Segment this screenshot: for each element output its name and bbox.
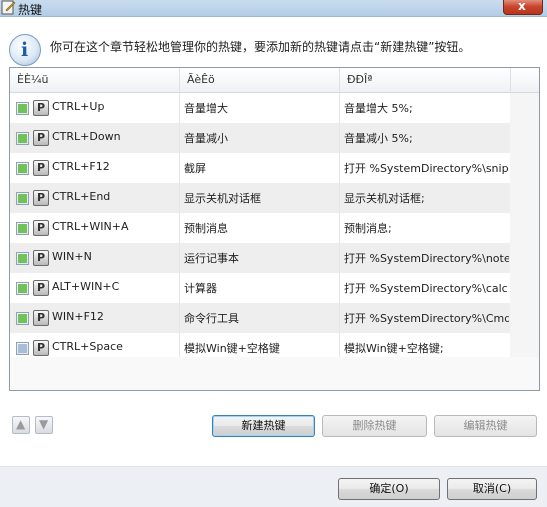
description-cell: 运行记事本 [184,252,239,265]
description-text: 你可在这个章节轻松地管理你的热键，要添加新的热键请点击“新建热键”按钮。 [50,40,471,54]
enable-checkbox[interactable] [16,102,29,115]
description-cell: 音量减小 [184,132,228,145]
table-row[interactable]: P CTRL+Down 音量减小 音量减小 5%; [10,123,510,153]
close-icon: x [518,0,526,13]
action-cell: 显示关机对话框; [344,192,425,205]
description-cell: 预制消息 [184,222,228,235]
hotkey-icon: P [33,220,49,236]
column-header-action[interactable]: ÐÐÎª [347,73,372,86]
arrow-up-icon: ▲ [16,417,26,431]
close-button[interactable]: x [503,0,543,15]
hotkey-cell: CTRL+End [52,190,111,203]
table-row[interactable]: P CTRL+End 显示关机对话框 显示关机对话框; [10,183,510,213]
enable-checkbox[interactable] [16,252,29,265]
action-cell: 模拟Win键+空格键; [344,342,444,355]
table-empty-area [10,357,539,390]
info-icon: i [9,34,41,66]
enable-checkbox[interactable] [16,162,29,175]
hotkey-icon: P [33,160,49,176]
hotkey-cell: WIN+F12 [52,310,104,323]
enable-checkbox[interactable] [16,312,29,325]
action-cell: 音量增大 5%; [344,102,413,115]
ok-button[interactable]: 确定(O) [338,478,440,500]
description-cell: 计算器 [184,282,217,295]
hotkey-cell: CTRL+Down [52,130,121,143]
action-cell: 打开 %SystemDirectory%\snip... [344,162,509,175]
hotkey-cell: CTRL+Space [52,340,123,353]
new-hotkey-button[interactable]: 新建热键 [212,415,315,437]
arrow-down-icon: ▼ [39,417,49,431]
description-cell: 命令行工具 [184,312,239,325]
table-row[interactable]: P WIN+N 运行记事本 打开 %SystemDirectory%\note... [10,243,510,273]
hotkey-icon: P [33,130,49,146]
enable-checkbox[interactable] [16,282,29,295]
edit-hotkey-button[interactable]: 编辑热键 [434,415,537,437]
action-cell: 打开 %SystemDirectory%\Cmd.... [344,312,509,325]
hotkey-cell: CTRL+WIN+A [52,220,129,233]
action-cell: 音量减小 5%; [344,132,413,145]
enable-checkbox[interactable] [16,132,29,145]
hotkey-cell: CTRL+Up [52,100,105,113]
enable-checkbox[interactable] [16,192,29,205]
cancel-button[interactable]: 取消(C) [447,478,537,500]
table-header: ÈÈ¼ü ÃèÊö ÐÐÎª [10,68,539,93]
column-header-description[interactable]: ÃèÊö [187,73,215,86]
hotkey-icon: P [33,280,49,296]
table-row[interactable]: P CTRL+WIN+A 预制消息 预制消息; [10,213,510,243]
action-cell: 预制消息; [344,222,392,235]
title-bar: 热键 x [0,0,547,17]
table-row[interactable]: P WIN+F12 命令行工具 打开 %SystemDirectory%\Cmd...… [10,303,510,333]
enable-checkbox[interactable] [16,342,29,355]
move-down-button[interactable]: ▼ [35,416,53,434]
hotkey-icon: P [33,340,49,356]
table-row[interactable]: P CTRL+Up 音量增大 音量增大 5%; [10,93,510,123]
hotkey-icon: P [33,190,49,206]
move-up-button[interactable]: ▲ [12,416,30,434]
hotkey-cell: WIN+N [52,250,92,263]
description-cell: 截屏 [184,162,206,175]
delete-hotkey-button[interactable]: 删除热键 [322,415,427,437]
hotkey-icon: P [33,100,49,116]
hotkey-icon: P [33,250,49,266]
column-header-hotkey[interactable]: ÈÈ¼ü [17,73,49,86]
window-title: 热键 [18,3,43,17]
table-scroll-area [510,93,539,357]
action-cell: 打开 %SystemDirectory%\calc.... [344,282,509,295]
description-cell: 显示关机对话框 [184,192,261,205]
description-cell: 音量增大 [184,102,228,115]
hotkey-icon: P [33,310,49,326]
hotkey-table: ÈÈ¼ü ÃèÊö ÐÐÎª P CTRL+Up 音量增大 音量增大 5%; P CTRL… [9,67,540,391]
action-cell: 打开 %SystemDirectory%\note... [344,252,509,265]
description-cell: 模拟Win键+空格键 [184,342,280,355]
table-row[interactable]: P CTRL+F12 截屏 打开 %SystemDirectory%\snip... [10,153,510,183]
enable-checkbox[interactable] [16,222,29,235]
hotkey-app-icon [1,0,16,15]
hotkey-cell: ALT+WIN+C [52,280,120,293]
table-row[interactable]: P ALT+WIN+C 计算器 打开 %SystemDirectory%\calc..… [10,273,510,303]
hotkey-cell: CTRL+F12 [52,160,110,173]
